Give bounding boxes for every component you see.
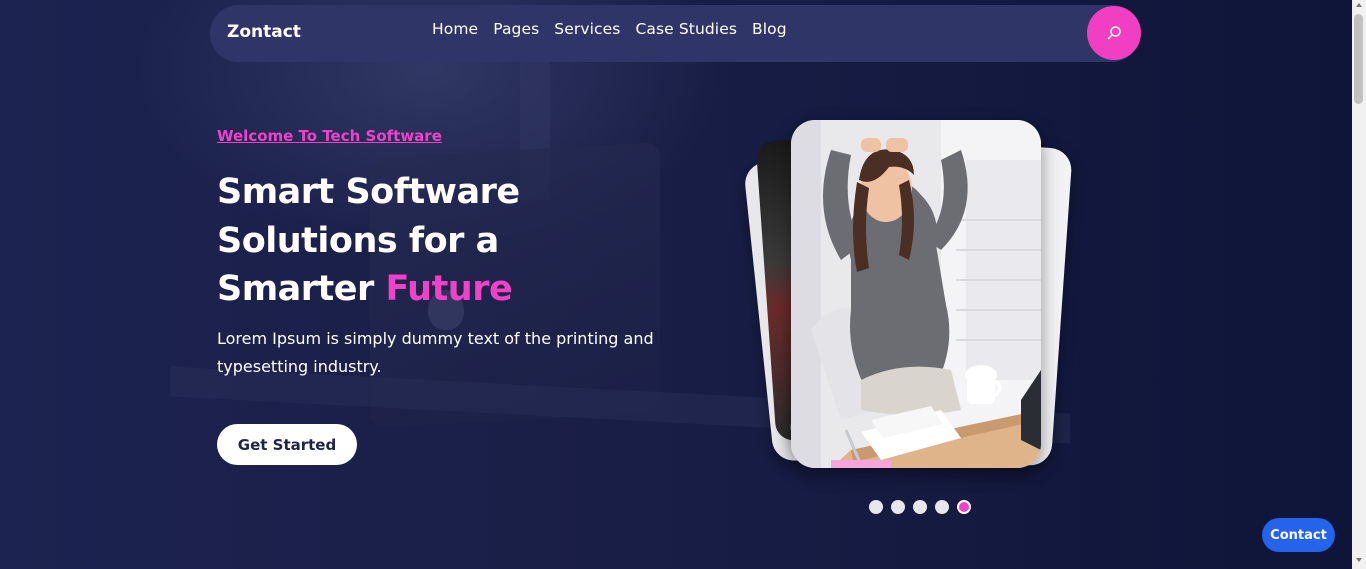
hero-description: Lorem Ipsum is simply dummy text of the … — [217, 329, 654, 376]
nav-item-services[interactable]: Services — [554, 20, 620, 38]
slider-dot-5-active[interactable] — [957, 500, 971, 514]
nav-item-case-studies[interactable]: Case Studies — [635, 20, 737, 38]
hero-title-line-1: Smart Software — [217, 172, 520, 212]
nav-item-home[interactable]: Home — [432, 20, 478, 38]
slider-dot-4[interactable] — [935, 500, 949, 514]
search-button[interactable] — [1087, 6, 1141, 60]
hero-title: Smart Software Solutions for a Smarter F… — [217, 168, 687, 314]
slider-card-image — [791, 120, 1041, 468]
scroll-up-arrow-icon[interactable] — [1356, 3, 1362, 7]
hero-title-accent: Future — [385, 269, 513, 309]
hero-kicker-link[interactable]: Welcome To Tech Software — [217, 127, 442, 145]
slider-dot-3[interactable] — [913, 500, 927, 514]
slider-dot-1[interactable] — [869, 500, 883, 514]
nav-item-pages[interactable]: Pages — [493, 20, 539, 38]
floating-contact-button[interactable]: Contact — [1262, 518, 1335, 552]
scrollbar-thumb[interactable] — [1354, 14, 1363, 104]
scroll-down-arrow-icon[interactable] — [1356, 558, 1362, 562]
get-started-button[interactable]: Get Started — [217, 424, 357, 465]
stressed-woman-illustration — [791, 120, 1041, 468]
search-icon — [1107, 26, 1121, 40]
top-navbar: Zontact Home Pages Services Case Studies… — [210, 5, 1140, 62]
slider-dot-2[interactable] — [891, 500, 905, 514]
nav-item-blog[interactable]: Blog — [752, 20, 787, 38]
brand-logo[interactable]: Zontact — [227, 22, 301, 42]
hero-title-line-3: Smarter — [217, 269, 386, 309]
slider-pagination — [869, 500, 971, 514]
hero-title-line-2: Solutions for a — [217, 220, 499, 261]
nav-links: Home Pages Services Case Studies Blog — [432, 20, 787, 38]
